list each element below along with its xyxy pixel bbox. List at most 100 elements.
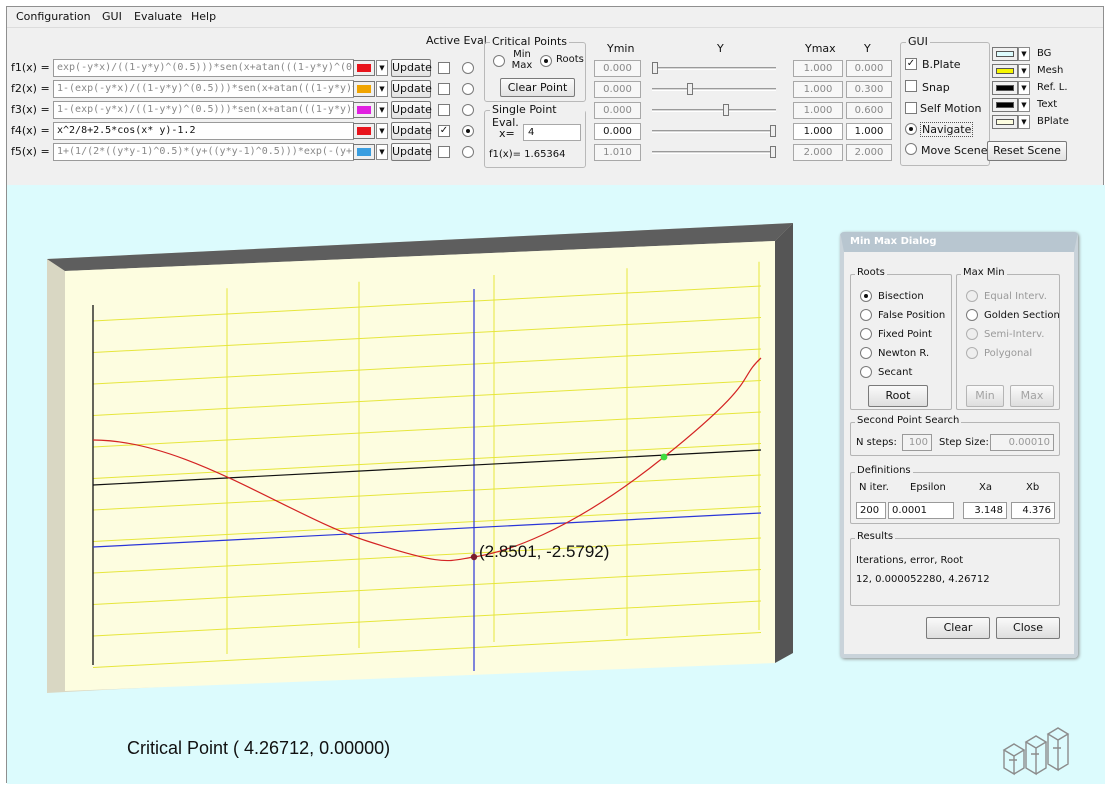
ymin-field[interactable]: 0.000 xyxy=(594,81,641,98)
navigate-radio[interactable] xyxy=(905,123,917,135)
epsilon-input[interactable]: 0.0001 xyxy=(888,502,954,519)
maxmin-method-radio[interactable] xyxy=(966,290,978,302)
ymax-field[interactable]: 1.000 xyxy=(793,102,843,119)
function-color-swatch[interactable] xyxy=(353,60,375,76)
y-value-field[interactable]: 0.000 xyxy=(846,60,892,77)
chevron-down-icon[interactable]: ▼ xyxy=(1018,115,1030,129)
update-button[interactable]: Update xyxy=(391,101,432,119)
y-slider-track[interactable] xyxy=(652,151,776,154)
stepsize-input[interactable]: 0.00010 xyxy=(990,434,1054,451)
active-eval-checkbox[interactable] xyxy=(438,104,450,116)
roots-radio[interactable] xyxy=(540,55,552,67)
clear-point-button[interactable]: Clear Point xyxy=(500,78,575,97)
ymax-field[interactable]: 1.000 xyxy=(793,81,843,98)
reset-scene-button[interactable]: Reset Scene xyxy=(987,141,1067,161)
active-eval-checkbox[interactable] xyxy=(438,62,450,74)
menu-gui[interactable]: GUI xyxy=(102,10,122,23)
maxmin-method-radio[interactable] xyxy=(966,309,978,321)
y-value-field[interactable]: 0.600 xyxy=(846,102,892,119)
function-input[interactable]: 1+(1/(2*((y*y-1)^0.5)*(y+((y*y-1)^0.5)))… xyxy=(53,143,354,161)
function-label: f4(x) = xyxy=(11,124,50,137)
y-value-field[interactable]: 1.000 xyxy=(846,123,892,140)
menu-help[interactable]: Help xyxy=(191,10,216,23)
chevron-down-icon[interactable]: ▼ xyxy=(376,60,388,76)
x-input[interactable]: 4 xyxy=(523,124,581,141)
root-method-radio[interactable] xyxy=(860,328,872,340)
root-button[interactable]: Root xyxy=(868,385,928,407)
chevron-down-icon[interactable]: ▼ xyxy=(376,144,388,160)
y-value-field[interactable]: 2.000 xyxy=(846,144,892,161)
menu-configuration[interactable]: Configuration xyxy=(16,10,91,23)
color-swatch[interactable] xyxy=(992,115,1018,129)
y-slider-track[interactable] xyxy=(652,109,776,112)
y-value-field[interactable]: 0.300 xyxy=(846,81,892,98)
color-swatch[interactable] xyxy=(992,47,1018,61)
max-button[interactable]: Max xyxy=(1010,385,1054,407)
update-button[interactable]: Update xyxy=(391,143,432,161)
color-swatch[interactable] xyxy=(992,64,1018,78)
y-slider-thumb[interactable] xyxy=(687,83,693,95)
root-method-radio[interactable] xyxy=(860,309,872,321)
evaluate-radio[interactable] xyxy=(462,146,474,158)
self-motion-checkbox[interactable] xyxy=(905,102,917,114)
ymin-field[interactable]: 0.000 xyxy=(594,102,641,119)
root-method-radio[interactable] xyxy=(860,366,872,378)
function-color-swatch[interactable] xyxy=(353,144,375,160)
y-slider-track[interactable] xyxy=(652,130,776,133)
function-input[interactable]: exp(-y*x)/((1-y*y)^(0.5)))*sen(x+atan(((… xyxy=(53,59,354,77)
ymax-field[interactable]: 1.000 xyxy=(793,60,843,77)
evaluate-radio[interactable] xyxy=(462,104,474,116)
color-swatch[interactable] xyxy=(992,98,1018,112)
update-button[interactable]: Update xyxy=(391,59,432,77)
function-color-swatch[interactable] xyxy=(353,102,375,118)
chevron-down-icon[interactable]: ▼ xyxy=(376,81,388,97)
update-button[interactable]: Update xyxy=(391,80,432,98)
maxmin-method-radio[interactable] xyxy=(966,328,978,340)
menu-evaluate[interactable]: Evaluate xyxy=(134,10,182,23)
y-slider-thumb[interactable] xyxy=(723,104,729,116)
xa-input[interactable]: 3.148 xyxy=(963,502,1007,519)
y-slider-thumb[interactable] xyxy=(770,125,776,137)
min-button[interactable]: Min xyxy=(966,385,1004,407)
maxmin-method-radio[interactable] xyxy=(966,347,978,359)
function-input[interactable]: 1-(exp(-y*x)/((1-y*y)^(0.5)))*sen(x+atan… xyxy=(53,80,354,98)
y-slider-thumb[interactable] xyxy=(652,62,658,74)
color-swatch[interactable] xyxy=(992,81,1018,95)
chevron-down-icon[interactable]: ▼ xyxy=(376,102,388,118)
function-color-swatch[interactable] xyxy=(353,123,375,139)
root-method-radio[interactable] xyxy=(860,347,872,359)
ymax-field[interactable]: 2.000 xyxy=(793,144,843,161)
active-eval-checkbox[interactable]: ✓ xyxy=(438,125,450,137)
y-slider-track[interactable] xyxy=(652,67,776,70)
ymin-field[interactable]: 0.000 xyxy=(594,123,641,140)
minmax-radio[interactable] xyxy=(493,55,505,67)
function-color-swatch[interactable] xyxy=(353,81,375,97)
ymin-field[interactable]: 1.010 xyxy=(594,144,641,161)
xb-input[interactable]: 4.376 xyxy=(1011,502,1055,519)
close-button[interactable]: Close xyxy=(996,617,1060,639)
chevron-down-icon[interactable]: ▼ xyxy=(1018,47,1030,61)
evaluate-radio[interactable] xyxy=(462,62,474,74)
ymin-field[interactable]: 0.000 xyxy=(594,60,641,77)
y-slider-track[interactable] xyxy=(652,88,776,91)
y-slider-thumb[interactable] xyxy=(770,146,776,158)
active-eval-checkbox[interactable] xyxy=(438,83,450,95)
update-button[interactable]: Update xyxy=(391,122,432,140)
nsteps-input[interactable]: 100 xyxy=(902,434,932,451)
bplate-checkbox[interactable]: ✓ xyxy=(905,58,917,70)
niter-input[interactable]: 200 xyxy=(856,502,886,519)
chevron-down-icon[interactable]: ▼ xyxy=(1018,98,1030,112)
root-method-radio[interactable] xyxy=(860,290,872,302)
chevron-down-icon[interactable]: ▼ xyxy=(1018,64,1030,78)
chevron-down-icon[interactable]: ▼ xyxy=(1018,81,1030,95)
ymax-field[interactable]: 1.000 xyxy=(793,123,843,140)
move-scene-radio[interactable] xyxy=(905,143,917,155)
function-input[interactable]: 1-(exp(-y*x)/((1-y*y)^(0.5)))*sen(x+atan… xyxy=(53,101,354,119)
active-eval-checkbox[interactable] xyxy=(438,146,450,158)
chevron-down-icon[interactable]: ▼ xyxy=(376,123,388,139)
snap-checkbox[interactable] xyxy=(905,80,917,92)
evaluate-radio[interactable] xyxy=(462,125,474,137)
function-input[interactable]: x^2/8+2.5*cos(x* y)-1.2 xyxy=(53,122,354,140)
evaluate-radio[interactable] xyxy=(462,83,474,95)
clear-button[interactable]: Clear xyxy=(926,617,990,639)
